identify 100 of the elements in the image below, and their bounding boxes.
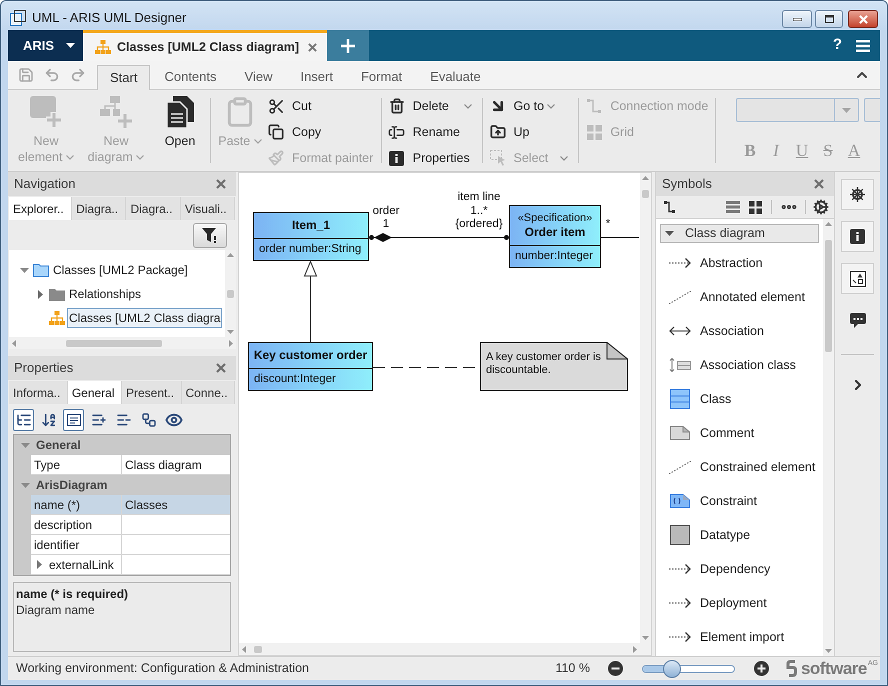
list-view-icon[interactable] [726, 201, 740, 213]
scrollbar-thumb[interactable] [227, 290, 234, 298]
help-button[interactable]: ? [828, 30, 846, 61]
triangle-down-icon[interactable] [20, 268, 28, 272]
zoom-slider[interactable] [642, 660, 735, 678]
close-icon[interactable] [216, 179, 226, 189]
ribbon-tab[interactable]: Contents [150, 64, 231, 89]
redo-icon[interactable] [70, 67, 86, 83]
panel-tab[interactable]: Present.. [122, 381, 182, 404]
panel-tab[interactable]: Diagra.. [126, 197, 181, 220]
scroll-down-arrow-icon[interactable] [227, 330, 234, 334]
scroll-down-arrow-icon[interactable] [642, 636, 649, 640]
connector-icon[interactable] [664, 201, 675, 213]
symbol-item[interactable]: Deployment [660, 586, 819, 620]
scrollbar-thumb[interactable] [254, 646, 262, 652]
symbol-item[interactable]: Association class [660, 348, 819, 382]
scroll-down-arrow-icon[interactable] [825, 649, 832, 653]
ribbon-button[interactable]: Properties [388, 145, 478, 171]
minimize-button[interactable] [782, 10, 812, 28]
symbol-item[interactable]: Constrained element [660, 450, 819, 484]
property-group-header[interactable]: General [14, 435, 230, 455]
property-value-cell[interactable] [122, 555, 230, 575]
triangle-right-icon[interactable] [38, 290, 42, 298]
scrollbar-thumb[interactable] [642, 190, 649, 198]
tree-item[interactable]: Classes [UML2 Class diagra [67, 308, 222, 328]
scroll-up-arrow-icon[interactable] [642, 176, 649, 180]
ribbon-button[interactable]: Copy [267, 119, 377, 145]
ribbon-button[interactable]: Cut [267, 93, 377, 119]
new-tab-button[interactable] [327, 30, 369, 61]
scroll-left-arrow-icon[interactable] [12, 340, 16, 346]
tree-item[interactable]: Classes [UML2 Package] [51, 260, 190, 280]
tool-button[interactable] [13, 409, 34, 431]
property-name-cell[interactable]: externalLink [31, 555, 122, 575]
symbol-item[interactable]: Datatype [660, 518, 819, 552]
close-icon[interactable] [308, 42, 317, 52]
sidebar-button[interactable] [841, 179, 874, 210]
triangle-right-icon[interactable] [37, 560, 42, 569]
horizontal-scrollbar[interactable] [9, 337, 236, 349]
panel-tab[interactable]: Explorer.. [9, 197, 72, 220]
symbol-group-header[interactable]: Class diagram [660, 224, 819, 243]
property-value-cell[interactable] [122, 515, 230, 535]
sidebar-button[interactable] [841, 263, 874, 294]
save-icon[interactable] [18, 67, 34, 83]
symbol-item[interactable]: Annotated element [660, 280, 819, 314]
horizontal-scrollbar[interactable] [239, 643, 640, 655]
ribbon-button[interactable]: Up [488, 119, 574, 145]
panel-tab[interactable]: Diagra.. [72, 197, 126, 220]
undo-icon[interactable] [44, 67, 60, 83]
maximize-button[interactable] [815, 10, 843, 28]
sidebar-button[interactable] [841, 221, 874, 252]
scroll-right-arrow-icon[interactable] [229, 340, 233, 346]
aris-menu-button[interactable]: ARIS [8, 30, 83, 61]
slider-thumb[interactable] [662, 660, 681, 678]
property-value-cell[interactable]: Classes [122, 495, 230, 515]
grid-view-icon[interactable] [749, 200, 762, 214]
close-icon[interactable] [814, 179, 824, 189]
symbol-item[interactable]: Comment [660, 416, 819, 450]
ribbon-tab[interactable]: Format [346, 64, 416, 89]
font-name-field[interactable] [736, 98, 860, 122]
vertical-scrollbar[interactable] [640, 173, 651, 643]
settings-icon[interactable] [813, 199, 829, 215]
property-value-cell[interactable]: Class diagram [122, 455, 230, 475]
minus-circle-icon[interactable] [608, 661, 623, 676]
panel-tab[interactable]: Conne.. [182, 381, 235, 404]
symbol-item[interactable]: Constraint [660, 484, 819, 518]
symbol-item[interactable]: Class [660, 382, 819, 416]
symbol-item[interactable]: Association [660, 314, 819, 348]
ribbon-button[interactable]: Rename [388, 119, 478, 145]
scroll-left-arrow-icon[interactable] [242, 646, 246, 652]
tree-item[interactable]: Relationships [67, 284, 144, 304]
triangle-down-icon[interactable] [665, 231, 674, 236]
ribbon-tab[interactable]: Evaluate [416, 64, 495, 89]
scrollbar-thumb[interactable] [66, 340, 162, 346]
property-name-cell[interactable]: name (*) [31, 495, 122, 515]
property-group-header[interactable]: ArisDiagram [14, 475, 230, 495]
ribbon-tab[interactable]: Insert [286, 64, 347, 89]
symbol-item[interactable]: Abstraction [660, 246, 819, 280]
symbol-item[interactable]: Element import [660, 620, 819, 654]
symbol-item[interactable]: Dependency [660, 552, 819, 586]
scroll-up-arrow-icon[interactable] [825, 222, 832, 226]
scrollbar-thumb[interactable] [825, 240, 832, 352]
property-value-cell[interactable] [122, 535, 230, 555]
property-name-cell[interactable]: description [31, 515, 122, 535]
property-name-cell[interactable]: identifier [31, 535, 122, 555]
document-tab[interactable]: Classes [UML2 Class diagram] [83, 30, 327, 61]
panel-tab[interactable]: Visuali.. [180, 197, 236, 220]
ribbon-tab[interactable]: View [230, 64, 286, 89]
filter-button[interactable] [193, 222, 227, 248]
vertical-scrollbar[interactable] [823, 219, 834, 656]
close-button[interactable] [848, 10, 878, 28]
ribbon-button[interactable]: Go to [488, 93, 574, 119]
plus-circle-icon[interactable] [754, 661, 769, 676]
panel-tab[interactable]: General [68, 381, 122, 404]
ribbon-tab[interactable]: Start [97, 65, 150, 90]
ribbon-button[interactable]: Open [154, 90, 206, 171]
tool-button[interactable] [63, 409, 84, 431]
font-size-field[interactable] [864, 98, 880, 122]
scroll-up-arrow-icon[interactable] [227, 253, 234, 257]
scroll-right-arrow-icon[interactable] [633, 646, 637, 652]
vertical-scrollbar[interactable] [225, 250, 236, 337]
